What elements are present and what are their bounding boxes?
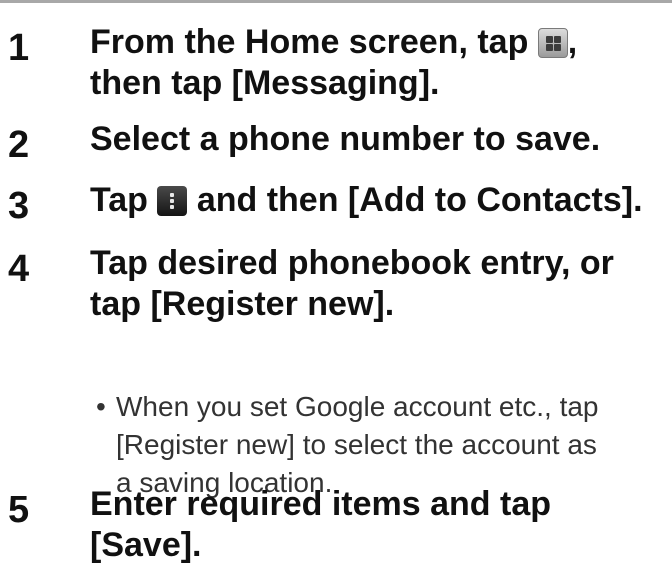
step-instruction: Tap and then [Add to Contacts]. <box>90 180 670 221</box>
step-instruction: From the Home screen, tap , <box>90 22 670 63</box>
step-number: 1 <box>8 27 30 69</box>
bullet: • <box>96 391 106 422</box>
note-line: [Register new] to select the account as <box>116 429 597 460</box>
step-text-part: Tap <box>90 181 158 219</box>
note-line: When you set Google account etc., tap <box>116 391 599 422</box>
step-instruction-line2: [Save]. <box>90 526 202 564</box>
step-instruction: Enter required items and tap <box>90 485 551 523</box>
step-text-part: and then [Add to Contacts]. <box>187 181 643 219</box>
menu-dots-icon <box>157 186 188 216</box>
step-text-part: From the Home screen, tap <box>90 23 538 61</box>
step-number: 5 <box>8 489 30 531</box>
step-instruction: Select a phone number to save. <box>90 120 601 158</box>
step-number: 3 <box>8 185 30 227</box>
step-instruction-line2: then tap [Messaging]. <box>90 64 440 102</box>
step-instruction-line2: tap [Register new]. <box>90 285 395 323</box>
apps-grid-icon <box>537 28 568 58</box>
step-instruction: Tap desired phonebook entry, or <box>90 244 614 282</box>
top-divider <box>0 0 672 3</box>
step-number: 4 <box>8 248 30 290</box>
step-text-part: , <box>567 23 578 61</box>
step-number: 2 <box>8 124 30 166</box>
